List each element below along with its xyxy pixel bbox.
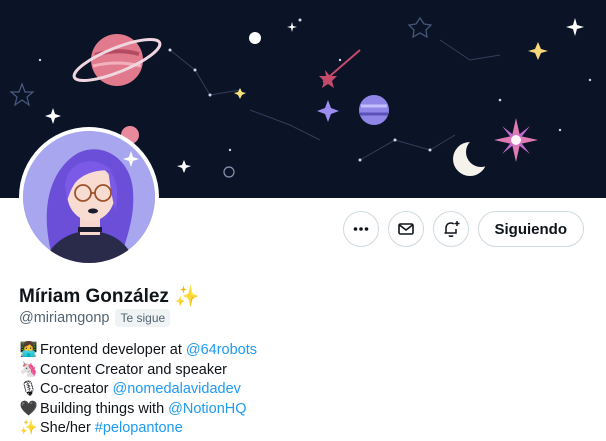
mail-icon	[397, 223, 414, 235]
sparkles-icon: ✨	[174, 286, 200, 308]
microphone-icon: 🎙	[19, 381, 38, 397]
following-button-label: Siguiendo	[494, 220, 568, 238]
profile-handle-row: @miriamgonp Te sigue	[19, 309, 171, 327]
bell-plus-icon	[444, 221, 459, 237]
bio-line: 🎙 Co-creator @nomedalavidadev	[19, 380, 257, 400]
technologist-icon: 👩‍💻	[19, 342, 38, 358]
follows-you-badge: Te sigue	[115, 309, 171, 327]
profile-name-row: Míriam González ✨	[19, 284, 200, 309]
profile-handle: @miriamgonp	[19, 310, 110, 326]
avatar[interactable]	[19, 127, 159, 267]
following-button[interactable]: Siguiendo	[477, 211, 584, 247]
notifications-button[interactable]	[432, 211, 469, 247]
bio-text: Co-creator	[40, 381, 109, 397]
sparkles-icon: ✨	[19, 420, 38, 436]
bio-line: ✨ She/her #pelopantone	[19, 419, 257, 439]
bio-line: 🖤 Building things with @NotionHQ	[19, 400, 257, 420]
profile-name: Míriam González	[19, 285, 169, 307]
bio-line: 👩‍💻 Frontend developer at @64robots	[19, 341, 257, 361]
bio-text: Frontend developer at	[40, 342, 182, 358]
bio-text: Building things with	[40, 400, 165, 417]
black-heart-icon: 🖤	[19, 400, 38, 417]
message-button[interactable]	[387, 211, 424, 247]
mention-link[interactable]: @64robots	[186, 341, 257, 361]
more-icon	[353, 227, 368, 231]
bio-text: Content Creator and speaker	[40, 361, 227, 378]
hashtag-link[interactable]: #pelopantone	[95, 419, 183, 439]
bio-line: 🦄 Content Creator and speaker	[19, 361, 257, 381]
more-button[interactable]	[342, 211, 379, 247]
mention-link[interactable]: @nomedalavidadev	[113, 380, 241, 400]
bio-text: She/her	[40, 420, 91, 436]
mention-link[interactable]: @NotionHQ	[168, 400, 246, 420]
profile-actions: Siguiendo	[342, 211, 584, 247]
unicorn-icon: 🦄	[19, 361, 38, 378]
profile-bio: 👩‍💻 Frontend developer at @64robots 🦄 Co…	[19, 341, 257, 439]
avatar-image	[23, 131, 155, 263]
